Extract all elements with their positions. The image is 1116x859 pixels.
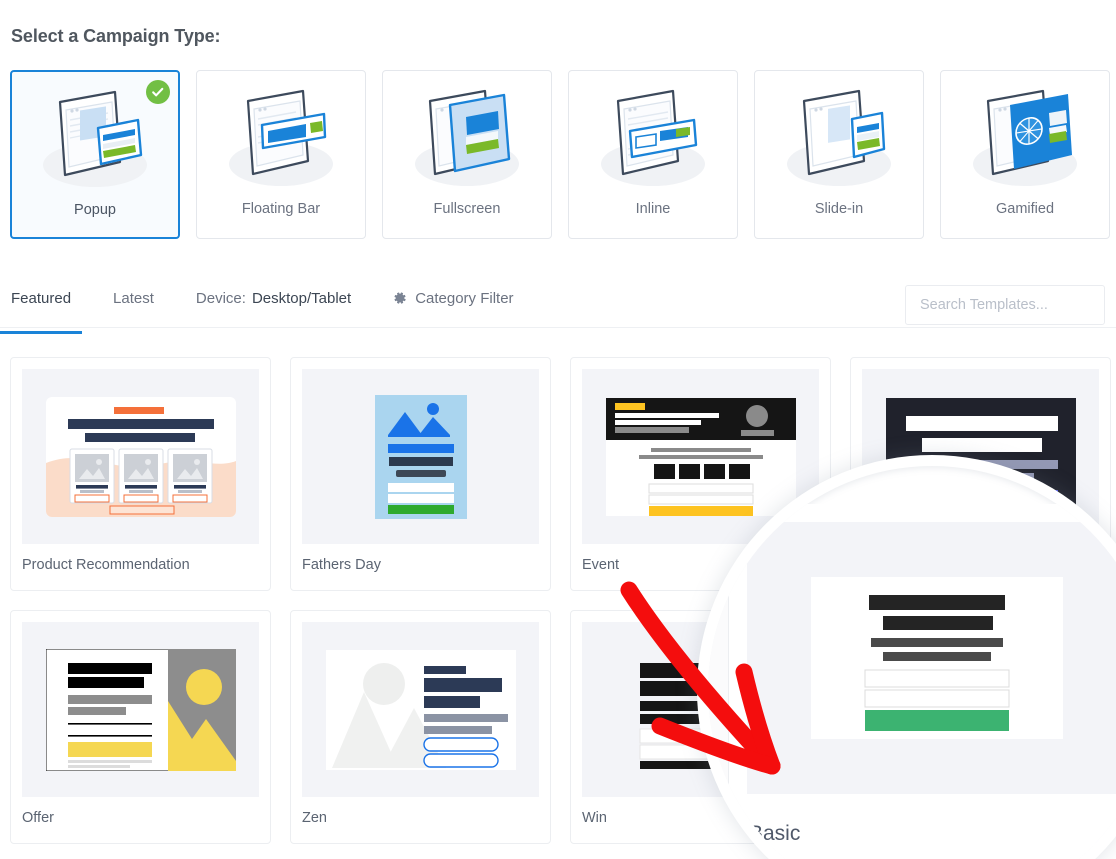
campaign-type-label: Gamified bbox=[995, 201, 1055, 217]
campaign-type-label: Inline bbox=[635, 201, 671, 217]
magnified-template-thumbnail bbox=[747, 522, 1116, 794]
template-name: Fathers Day bbox=[302, 557, 381, 573]
product-recommendation-thumb bbox=[45, 396, 236, 517]
fullscreen-illustration bbox=[415, 89, 519, 186]
campaign-type-floating-bar[interactable]: Floating Bar bbox=[196, 70, 366, 239]
magnifier-overlay: Basic bbox=[697, 455, 1116, 859]
device-filter-label: Device: bbox=[195, 289, 246, 307]
campaign-type-selector: Popup Floating Bar Fullscreen Inline Sli… bbox=[10, 70, 1110, 239]
category-filter[interactable]: Category Filter bbox=[393, 289, 514, 320]
category-filter-label: Category Filter bbox=[415, 289, 514, 307]
template-thumbnail bbox=[302, 369, 539, 544]
search-input[interactable] bbox=[905, 285, 1105, 325]
basic-thumb-magnified bbox=[811, 577, 1063, 739]
fathers-day-thumb bbox=[374, 394, 467, 519]
template-card[interactable]: Fathers Day bbox=[290, 357, 551, 591]
template-thumbnail bbox=[22, 622, 259, 797]
tab-latest-label: Latest bbox=[113, 289, 154, 307]
template-thumbnail bbox=[22, 369, 259, 544]
magnifier-content: Basic bbox=[708, 466, 1116, 859]
campaign-type-slide-in[interactable]: Slide-in bbox=[754, 70, 924, 239]
tab-featured-label: Featured bbox=[11, 289, 72, 307]
zen-thumb bbox=[325, 649, 516, 770]
template-name: Zen bbox=[302, 810, 327, 826]
magnified-template-name: Basic bbox=[749, 822, 801, 845]
campaign-type-label: Slide-in bbox=[814, 201, 864, 217]
gamified-illustration bbox=[973, 89, 1077, 186]
tab-latest[interactable]: Latest bbox=[113, 291, 154, 320]
event-thumb bbox=[605, 397, 796, 516]
device-filter-value: Desktop/Tablet bbox=[251, 289, 352, 307]
offer-thumb bbox=[45, 648, 236, 771]
campaign-type-popup[interactable]: Popup bbox=[10, 70, 180, 239]
template-thumbnail bbox=[302, 622, 539, 797]
template-name: Offer bbox=[22, 810, 54, 826]
device-filter[interactable]: Device: Desktop/Tablet bbox=[196, 291, 351, 320]
template-card[interactable]: Offer bbox=[10, 610, 271, 844]
template-card[interactable]: Product Recommendation bbox=[10, 357, 271, 591]
tab-featured[interactable]: Featured bbox=[0, 289, 83, 334]
campaign-type-label: Fullscreen bbox=[433, 201, 501, 217]
inline-illustration bbox=[601, 89, 705, 186]
magnifier-neighbour-sliver bbox=[708, 504, 728, 859]
campaign-type-label: Floating Bar bbox=[241, 201, 321, 217]
page-title: Select a Campaign Type: bbox=[11, 26, 221, 46]
template-name: Product Recommendation bbox=[22, 557, 190, 573]
template-card[interactable]: Zen bbox=[290, 610, 551, 844]
campaign-type-label: Popup bbox=[74, 202, 116, 218]
campaign-type-gamified[interactable]: Gamified bbox=[940, 70, 1110, 239]
slide-in-illustration bbox=[787, 89, 891, 186]
floating-bar-illustration bbox=[229, 89, 333, 186]
campaign-type-inline[interactable]: Inline bbox=[568, 70, 738, 239]
campaign-type-fullscreen[interactable]: Fullscreen bbox=[382, 70, 552, 239]
magnified-template-card[interactable]: Basic bbox=[728, 504, 1116, 859]
check-circle-icon bbox=[146, 80, 170, 104]
gear-icon bbox=[393, 291, 407, 305]
